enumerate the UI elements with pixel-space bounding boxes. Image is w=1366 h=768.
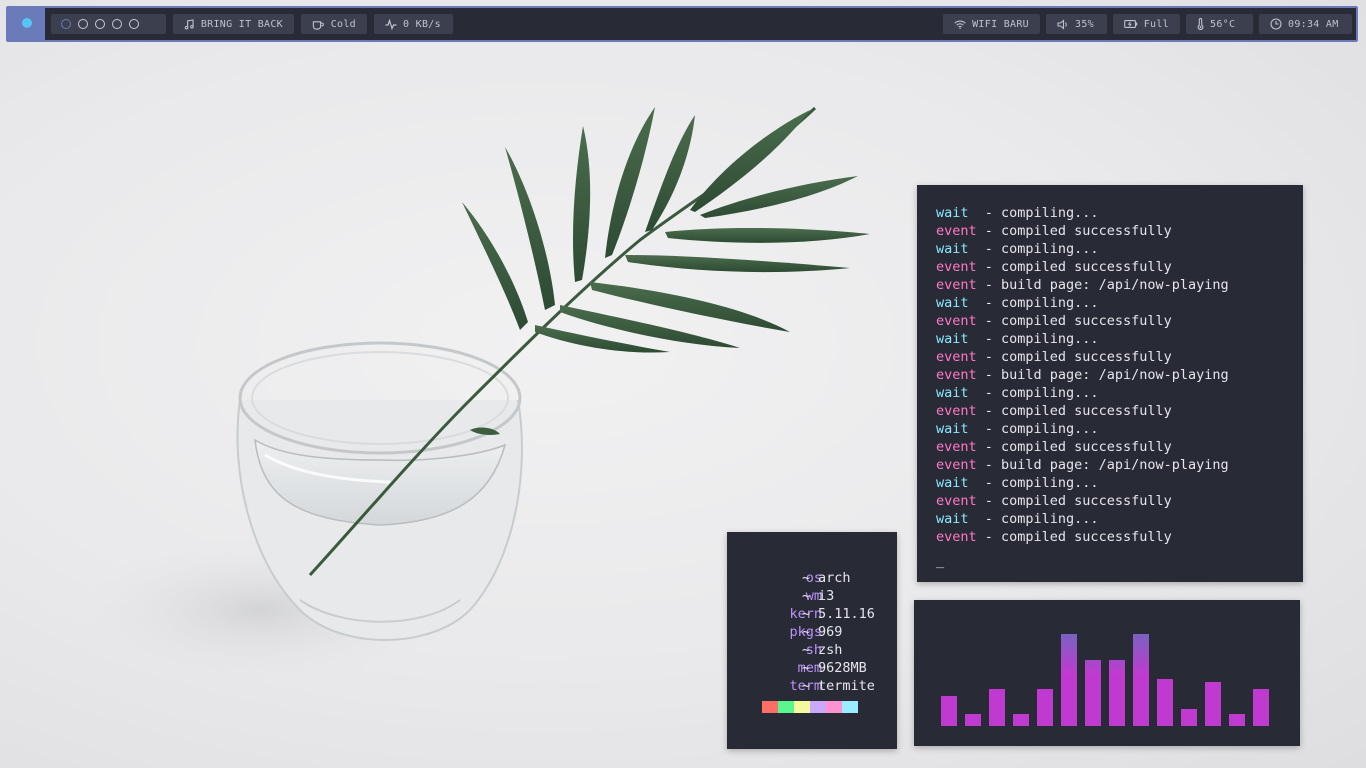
terminal-cursor: _ — [936, 553, 945, 569]
info-separator: ~ — [802, 642, 811, 658]
log-key: wait — [936, 241, 969, 257]
log-key: wait — [936, 205, 969, 221]
log-key: event — [936, 439, 977, 455]
log-message: compiled successfully — [1001, 493, 1172, 509]
log-message: compiled successfully — [1001, 529, 1172, 545]
info-value: 5.11.16 — [818, 606, 875, 622]
log-message: build page: /api/now-playing — [1001, 367, 1229, 383]
log-key: event — [936, 403, 977, 419]
visualizer-bar — [1061, 634, 1077, 726]
color-swatch — [778, 701, 794, 713]
log-line: event - compiled successfully — [936, 529, 1172, 545]
log-message: compiling... — [1001, 241, 1099, 257]
visualizer-bar — [989, 689, 1005, 726]
log-message: compiled successfully — [1001, 403, 1172, 419]
log-message: compiling... — [1001, 475, 1099, 491]
log-key: event — [936, 457, 977, 473]
log-line: wait - compiling... — [936, 331, 1099, 347]
info-separator: ~ — [802, 570, 811, 586]
log-line: wait - compiling... — [936, 511, 1099, 527]
log-key: event — [936, 493, 977, 509]
log-line: event - compiled successfully — [936, 493, 1172, 509]
visualizer-bar — [1037, 689, 1053, 726]
info-value: arch — [818, 570, 851, 586]
visualizer-bar — [1205, 682, 1221, 726]
log-line: event - build page: /api/now-playing — [936, 277, 1229, 293]
log-message: compiled successfully — [1001, 259, 1172, 275]
log-message: compiling... — [1001, 295, 1099, 311]
log-line: event - build page: /api/now-playing — [936, 457, 1229, 473]
log-key: wait — [936, 475, 969, 491]
info-value: 9628MB — [818, 660, 867, 676]
log-line: wait - compiling... — [936, 421, 1099, 437]
visualizer-bar — [1109, 660, 1125, 726]
info-separator: ~ — [802, 678, 811, 694]
visualizer-bar — [1253, 689, 1269, 726]
info-value: zsh — [818, 642, 843, 658]
info-value: i3 — [818, 588, 835, 604]
log-line: event - compiled successfully — [936, 223, 1172, 239]
color-swatch — [794, 701, 810, 713]
info-value: 969 — [818, 624, 843, 640]
log-message: compiling... — [1001, 205, 1099, 221]
info-value: termite — [818, 678, 875, 694]
log-line: wait - compiling... — [936, 475, 1099, 491]
log-message: build page: /api/now-playing — [1001, 457, 1229, 473]
info-separator: ~ — [802, 624, 811, 640]
visualizer-bars — [941, 634, 1269, 726]
info-separator: ~ — [802, 588, 811, 604]
log-message: compiled successfully — [1001, 439, 1172, 455]
fetch-terminal[interactable]: os ~ arch wm ~ i3 kern ~5.11.16 pkgs ~969 sh ~ zsh me… — [727, 532, 897, 749]
log-line: event - compiled successfully — [936, 439, 1172, 455]
visualizer-bar — [941, 696, 957, 726]
log-message: build page: /api/now-playing — [1001, 277, 1229, 293]
log-line: wait - compiling... — [936, 205, 1099, 221]
log-line: event - compiled successfully — [936, 313, 1172, 329]
visualizer-bar — [1013, 714, 1029, 726]
log-key: event — [936, 349, 977, 365]
log-message: compiling... — [1001, 385, 1099, 401]
log-key: event — [936, 223, 977, 239]
info-separator: ~ — [802, 660, 811, 676]
log-line: event - build page: /api/now-playing — [936, 367, 1229, 383]
log-key: wait — [936, 295, 969, 311]
visualizer-bar — [1181, 709, 1197, 726]
log-key: wait — [936, 421, 969, 437]
log-key: event — [936, 259, 977, 275]
log-terminal[interactable]: wait - compiling... event - compiled succ… — [917, 185, 1303, 582]
log-key: wait — [936, 385, 969, 401]
log-output: wait - compiling... event - compiled succ… — [936, 204, 1303, 546]
info-separator: ~ — [802, 606, 811, 622]
log-key: event — [936, 313, 977, 329]
log-message: compiled successfully — [1001, 313, 1172, 329]
color-palette — [762, 701, 858, 713]
log-line: event - compiled successfully — [936, 259, 1172, 275]
visualizer-bar — [1133, 634, 1149, 726]
log-line: wait - compiling... — [936, 295, 1099, 311]
visualizer-bar — [1157, 679, 1173, 726]
visualizer-bar — [1229, 714, 1245, 726]
log-line: wait - compiling... — [936, 385, 1099, 401]
log-message: compiling... — [1001, 331, 1099, 347]
log-key: event — [936, 529, 977, 545]
log-line: event - compiled successfully — [936, 349, 1172, 365]
color-swatch — [762, 701, 778, 713]
visualizer-bar — [965, 714, 981, 726]
log-line: event - compiled successfully — [936, 403, 1172, 419]
log-line: wait - compiling... — [936, 241, 1099, 257]
log-message: compiled successfully — [1001, 349, 1172, 365]
log-message: compiled successfully — [1001, 223, 1172, 239]
log-key: wait — [936, 331, 969, 347]
log-message: compiling... — [1001, 421, 1099, 437]
log-key: event — [936, 277, 977, 293]
audio-visualizer[interactable] — [914, 600, 1300, 746]
log-key: wait — [936, 511, 969, 527]
log-key: event — [936, 367, 977, 383]
color-swatch — [826, 701, 842, 713]
color-swatch — [842, 701, 858, 713]
color-swatch — [810, 701, 826, 713]
log-message: compiling... — [1001, 511, 1099, 527]
visualizer-bar — [1085, 660, 1101, 726]
